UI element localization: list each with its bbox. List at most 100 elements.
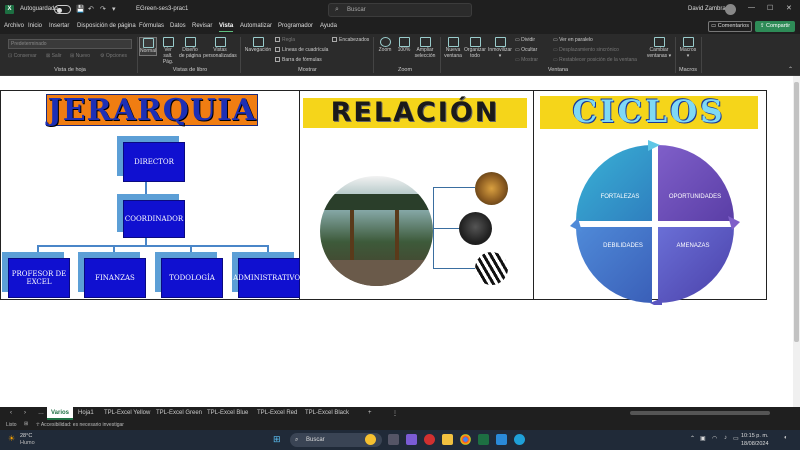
tab-programador[interactable]: Programador xyxy=(278,23,313,29)
new-view-button[interactable]: ⊞ Nuevo xyxy=(70,53,90,60)
sheet-tab-blue[interactable]: TPL-Excel Blue xyxy=(207,410,248,416)
store-icon[interactable] xyxy=(496,434,507,445)
sync-scroll-button[interactable]: ▭ Desplazamiento sincrónico xyxy=(553,47,619,53)
edge-icon[interactable] xyxy=(514,434,525,445)
lion-image[interactable] xyxy=(475,172,508,205)
sheet-tab-black[interactable]: TPL-Excel Black xyxy=(305,410,349,416)
zebra-image[interactable] xyxy=(475,252,508,285)
minimize-icon[interactable]: — xyxy=(748,4,755,11)
collapse-ribbon-icon[interactable]: ⌃ xyxy=(788,66,793,73)
gorilla-image[interactable] xyxy=(459,212,492,245)
tab-insertar[interactable]: Insertar xyxy=(49,23,69,29)
coordinator-box[interactable]: COORDINADOR xyxy=(123,200,185,238)
task-view-icon[interactable] xyxy=(388,434,399,445)
tray-chevron-icon[interactable]: ⌃ xyxy=(690,435,695,442)
child-box-technology[interactable]: TODOLOGÍA xyxy=(161,258,223,298)
wifi-icon[interactable]: ◠ xyxy=(712,435,717,442)
formula-bar-checkbox[interactable]: Barra de fórmulas xyxy=(275,57,322,63)
sheet-tab-green[interactable]: TPL-Excel Green xyxy=(156,410,202,416)
zoom-100-button[interactable]: 100% xyxy=(396,37,412,54)
split-button[interactable]: ▭ Dividir xyxy=(515,37,535,43)
prev-sheet-icon[interactable]: ‹ xyxy=(10,410,12,416)
child-box-teacher[interactable]: PROFESOR DE EXCEL xyxy=(8,258,70,298)
save-icon[interactable]: 💾 xyxy=(76,5,85,13)
cycle-diagram[interactable] xyxy=(570,140,740,305)
zoo-photo[interactable] xyxy=(320,176,433,286)
close-icon[interactable]: ✕ xyxy=(786,4,792,12)
undo-icon[interactable]: ↶ xyxy=(88,5,94,13)
cycle-quadrant-opportunities[interactable] xyxy=(658,145,734,221)
unhide-button[interactable]: ▭ Mostrar xyxy=(515,57,538,63)
macro-record-icon[interactable]: ⊞ xyxy=(24,421,28,427)
normal-view-button[interactable]: Normal xyxy=(139,37,157,56)
cycle-quadrant-threats[interactable] xyxy=(658,227,734,303)
vertical-scrollbar[interactable] xyxy=(793,76,800,407)
tab-inicio[interactable]: Inicio xyxy=(28,23,42,29)
cycle-quadrant-weaknesses[interactable] xyxy=(576,227,652,303)
teams-icon[interactable] xyxy=(406,434,417,445)
comments-button[interactable]: ▭ Comentarios xyxy=(708,21,752,32)
navigation-button[interactable]: Navegación xyxy=(243,37,273,54)
tab-datos[interactable]: Datos xyxy=(170,23,186,29)
file-explorer-icon[interactable] xyxy=(442,434,453,445)
horizontal-scrollbar[interactable] xyxy=(630,411,770,415)
vertical-scroll-thumb[interactable] xyxy=(794,82,799,342)
worksheet[interactable]: JERARQUIA DIRECTOR COORDINADOR PROFESOR … xyxy=(0,76,800,407)
child-box-admin[interactable]: ADMINISTRATIVOS xyxy=(233,258,305,298)
windows-start-icon[interactable]: ⊞ xyxy=(273,434,281,445)
child-box-finance[interactable]: FINANZAS xyxy=(84,258,146,298)
avatar[interactable] xyxy=(725,4,736,15)
autosave-toggle[interactable] xyxy=(54,5,71,14)
custom-views-button[interactable]: Vistas personalizadas xyxy=(203,37,237,60)
macros-button[interactable]: Macros ▾ xyxy=(678,37,698,60)
exit-view-button[interactable]: ⊠ Salir xyxy=(46,53,62,60)
ruler-checkbox[interactable]: Regla xyxy=(275,37,295,43)
tab-ayuda[interactable]: Ayuda xyxy=(320,23,337,29)
notifications-icon[interactable]: ◐ xyxy=(784,435,788,441)
side-by-side-button[interactable]: ▭ Ver en paralelo xyxy=(553,37,593,43)
new-window-button[interactable]: Nueva ventana xyxy=(443,37,463,60)
director-box[interactable]: DIRECTOR xyxy=(123,142,185,182)
chrome-icon[interactable] xyxy=(460,434,471,445)
arrange-all-button[interactable]: Organizar todo xyxy=(464,37,486,60)
share-button[interactable]: ⇪ Compartir xyxy=(755,21,795,32)
cycle-quadrant-strengths[interactable] xyxy=(576,145,652,221)
keep-view-button[interactable]: ⊡ Conservar xyxy=(8,53,37,60)
hierarchy-title[interactable]: JERARQUIA xyxy=(46,94,258,126)
clock-time[interactable]: 10:15 p. m. xyxy=(741,433,769,439)
opera-icon[interactable] xyxy=(424,434,435,445)
view-options-button[interactable]: ⚙ Opciones xyxy=(100,53,127,60)
more-sheets-icon[interactable]: … xyxy=(38,410,44,416)
redo-icon[interactable]: ↷ xyxy=(100,5,106,13)
battery-icon[interactable]: ▭ xyxy=(733,435,739,442)
relation-title[interactable]: RELACIÓN xyxy=(303,98,527,128)
volume-icon[interactable]: ♪ xyxy=(724,435,727,441)
zoom-selection-button[interactable]: Ampliar selección xyxy=(413,37,437,60)
sheet-view-select[interactable]: Predeterminado xyxy=(8,39,132,49)
tab-archivo[interactable]: Archivo xyxy=(4,23,24,29)
excel-taskbar-icon[interactable] xyxy=(478,434,489,445)
freeze-panes-button[interactable]: Inmovilizar ▾ xyxy=(487,37,513,60)
zoom-button[interactable]: Zoom xyxy=(376,37,394,54)
clock-date[interactable]: 18/08/2024 xyxy=(741,441,769,447)
add-sheet-icon[interactable]: + xyxy=(368,410,372,416)
page-layout-view-button[interactable]: Diseño de página xyxy=(179,37,201,60)
switch-windows-button[interactable]: Cambiar ventanas ▾ xyxy=(645,37,673,60)
sheet-tab-yellow[interactable]: TPL-Excel Yellow xyxy=(104,410,150,416)
tab-formulas[interactable]: Fórmulas xyxy=(139,23,164,29)
maximize-icon[interactable]: ☐ xyxy=(767,4,773,12)
widgets-icon[interactable] xyxy=(365,434,376,445)
tab-revisar[interactable]: Revisar xyxy=(192,23,212,29)
reset-position-button[interactable]: ▭ Restablecer posición de la ventana xyxy=(553,57,637,63)
headings-checkbox[interactable]: Encabezados xyxy=(332,37,369,43)
tab-disposicion[interactable]: Disposición de página xyxy=(77,23,136,29)
accessibility-status[interactable]: ☥ Accesibilidad: es necesario investigar xyxy=(36,422,124,428)
page-break-view-button[interactable]: Ver salt. Pág. xyxy=(159,37,177,65)
gridlines-checkbox[interactable]: Líneas de cuadrícula xyxy=(275,47,328,53)
tab-automatizar[interactable]: Automatizar xyxy=(240,23,272,29)
search-box[interactable]: ⌕ Buscar xyxy=(328,3,472,17)
customize-qat-icon[interactable]: ▾ xyxy=(112,5,116,13)
hide-button[interactable]: ▭ Ocultar xyxy=(515,47,537,53)
sheet-tab-varios[interactable]: Varios xyxy=(47,407,74,420)
tray-app-icon[interactable]: ▣ xyxy=(700,435,706,442)
